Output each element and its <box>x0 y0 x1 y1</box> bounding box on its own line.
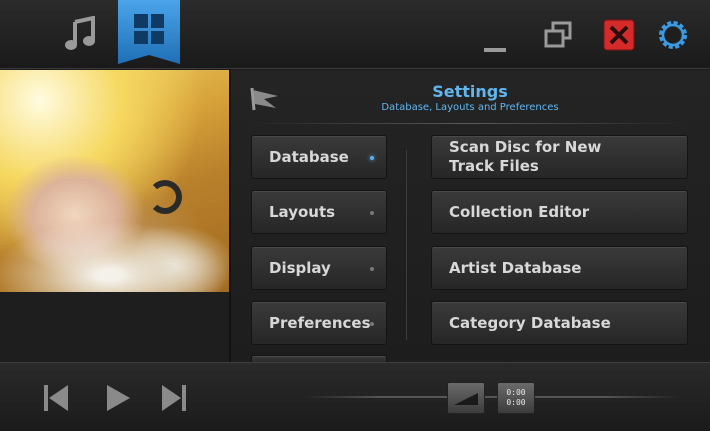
action-label: Collection Editor <box>449 202 590 221</box>
music-tab-button[interactable] <box>60 14 100 54</box>
restore-icon <box>544 21 572 48</box>
headphones-shape <box>148 180 182 214</box>
minimize-icon <box>484 48 506 52</box>
play-icon <box>107 385 130 411</box>
skip-next-icon <box>162 385 186 411</box>
settings-button[interactable] <box>654 16 692 54</box>
time-total: 0:00 <box>506 398 526 407</box>
indicator-dot <box>370 211 374 215</box>
close-button[interactable] <box>602 18 636 52</box>
action-label: Category Database <box>449 313 611 332</box>
settings-header: Settings Database, Layouts and Preferenc… <box>250 82 690 114</box>
time-elapsed: 0:00 <box>506 388 526 397</box>
header-divider <box>248 123 690 124</box>
active-indicator-dot <box>370 156 374 160</box>
artist-database-button[interactable]: Artist Database <box>431 246 688 290</box>
scan-disc-button[interactable]: Scan Disc for New Track Files <box>431 135 688 179</box>
page-title: Settings <box>432 82 508 101</box>
previous-track-button[interactable] <box>40 382 72 414</box>
volume-control[interactable] <box>447 382 485 414</box>
category-database-button[interactable]: Category Database <box>431 301 688 345</box>
indicator-dot <box>370 322 374 326</box>
category-database-button[interactable]: Database <box>251 135 387 179</box>
category-label: Display <box>269 259 331 277</box>
restore-button[interactable] <box>540 18 576 52</box>
category-preferences-button[interactable]: Preferences <box>251 301 387 345</box>
page-subtitle: Database, Layouts and Preferences <box>381 102 559 113</box>
play-button[interactable] <box>102 382 134 414</box>
music-note-icon <box>65 16 95 50</box>
home-tab-button[interactable] <box>118 0 180 64</box>
category-display-button[interactable]: Display <box>251 246 387 290</box>
category-layouts-button[interactable]: Layouts <box>251 190 387 234</box>
time-display: 0:00 0:00 <box>497 382 535 414</box>
seek-bar-track[interactable] <box>305 396 680 398</box>
windows-grid-icon <box>134 14 164 44</box>
category-label: Layouts <box>269 203 336 221</box>
category-label: Database <box>269 148 349 166</box>
left-panel-empty <box>0 292 230 362</box>
minimize-button[interactable] <box>478 22 512 56</box>
album-art-image <box>0 70 230 292</box>
collection-editor-button[interactable]: Collection Editor <box>431 190 688 234</box>
category-label: Preferences <box>269 314 371 332</box>
action-label: Scan Disc for New Track Files <box>449 138 602 175</box>
next-track-button[interactable] <box>158 382 190 414</box>
action-label: Artist Database <box>449 258 582 277</box>
column-separator <box>406 150 407 340</box>
skip-previous-icon <box>44 385 68 411</box>
gear-icon <box>659 21 687 49</box>
indicator-dot <box>370 267 374 271</box>
volume-wedge-icon <box>454 393 478 405</box>
close-icon <box>603 19 635 51</box>
